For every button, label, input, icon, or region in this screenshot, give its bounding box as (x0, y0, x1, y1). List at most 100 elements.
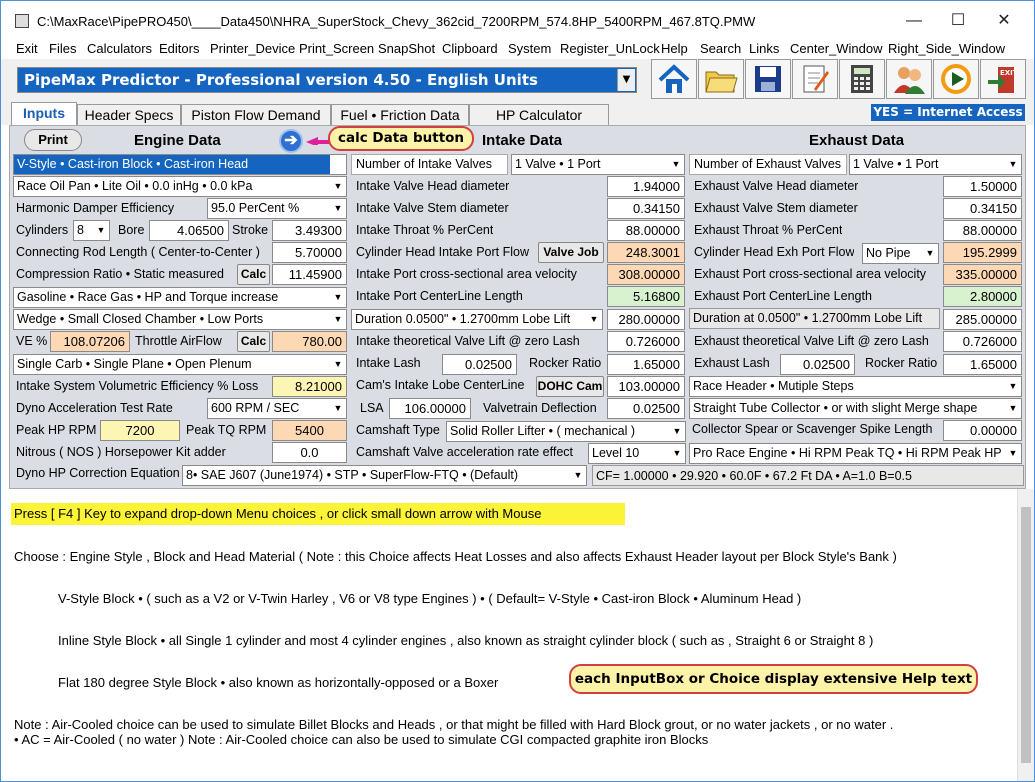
ve-input[interactable]: 108.07206 (50, 331, 130, 352)
tab-inputs[interactable]: Inputs (11, 102, 77, 125)
open-folder-icon[interactable] (698, 59, 744, 99)
chevron-down-icon[interactable]: ▼ (1005, 444, 1021, 463)
chamber-select[interactable]: Wedge • Small Closed Chamber • Low Ports… (13, 309, 347, 330)
exhaust-stem-input[interactable]: 0.34150 (943, 198, 1022, 219)
maximize-button[interactable]: ☐ (935, 7, 981, 35)
exhaust-valves-select[interactable]: 1 Valve • 1 Port ▼ (849, 154, 1022, 175)
menu-print-screen[interactable]: Print_Screen (299, 41, 374, 56)
dohc-cam-button[interactable]: DOHC Cam (536, 376, 604, 397)
play-icon[interactable] (933, 59, 979, 99)
chevron-down-icon[interactable]: ▼ (617, 69, 635, 91)
intake-duration-select[interactable]: Duration 0.0500" • 1.2700mm Lobe Lift ▼ (351, 309, 603, 330)
menu-register-unlock[interactable]: Register_UnLock (560, 41, 660, 56)
intake-velocity-input[interactable]: 308.00000 (607, 264, 685, 285)
fuel-select[interactable]: Gasoline • Race Gas • HP and Torque incr… (13, 287, 347, 308)
intake-throat-input[interactable]: 88.00000 (607, 220, 685, 241)
menu-links[interactable]: Links (749, 41, 779, 56)
exhaust-flow-input[interactable]: 195.2999 (943, 242, 1022, 263)
exhaust-pipe-select[interactable]: No Pipe ▼ (862, 243, 939, 264)
chevron-down-icon[interactable]: ▼ (330, 155, 346, 174)
chevron-down-icon[interactable]: ▼ (93, 221, 109, 240)
exhaust-velocity-input[interactable]: 335.00000 (943, 264, 1022, 285)
menu-help[interactable]: Help (661, 41, 688, 56)
intake-ve-loss-input[interactable]: 8.21000 (272, 376, 347, 397)
cam-accel-select[interactable]: Level 10 ▼ (588, 443, 686, 464)
menu-editors[interactable]: Editors (159, 41, 199, 56)
rod-length-input[interactable]: 5.70000 (272, 242, 347, 263)
intake-lash-input[interactable]: 0.02500 (442, 354, 517, 375)
chevron-down-icon[interactable]: ▼ (330, 288, 346, 307)
bore-input[interactable]: 4.06500 (149, 220, 229, 241)
peak-hp-input[interactable]: 7200 (100, 420, 180, 441)
menu-search[interactable]: Search (700, 41, 741, 56)
dyno-correction-select[interactable]: 8• SAE J607 (June1974) • STP • SuperFlow… (182, 465, 587, 486)
chevron-down-icon[interactable]: ▼ (330, 355, 346, 374)
stroke-input[interactable]: 3.49300 (272, 220, 347, 241)
tab-piston-flow-demand[interactable]: Piston Flow Demand (181, 104, 331, 125)
dyno-accel-select[interactable]: 600 RPM / SEC ▼ (207, 398, 347, 419)
collector-select[interactable]: Straight Tube Collector • or with slight… (689, 398, 1022, 419)
intake-valves-select[interactable]: 1 Valve • 1 Port ▼ (511, 154, 685, 175)
calc-data-button[interactable]: ➔ (279, 129, 303, 153)
tab-fuel-friction-data[interactable]: Fuel • Friction Data (331, 104, 469, 125)
camshaft-type-select[interactable]: Solid Roller Lifter • ( mechanical ) ▼ (446, 421, 686, 442)
compression-input[interactable]: 11.45900 (272, 264, 347, 285)
menu-snapshot[interactable]: SnapShot (378, 41, 435, 56)
chevron-down-icon[interactable]: ▼ (1005, 377, 1021, 396)
valvetrain-deflection-input[interactable]: 0.02500 (607, 398, 685, 419)
race-header-select[interactable]: Race Header • Mutiple Steps ▼ (689, 376, 1022, 397)
chevron-down-icon[interactable]: ▼ (570, 466, 586, 485)
menu-printer-device[interactable]: Printer_Device (210, 41, 295, 56)
close-button[interactable]: ✕ (981, 7, 1027, 35)
minimize-button[interactable]: — (891, 7, 937, 35)
throttle-calc-button[interactable]: Calc (237, 331, 270, 352)
nos-input[interactable]: 0.0 (272, 442, 347, 463)
intake-head-input[interactable]: 1.94000 (607, 176, 685, 197)
menu-exit[interactable]: Exit (16, 41, 38, 56)
menu-center-window[interactable]: Center_Window (790, 41, 883, 56)
print-button[interactable]: Print (24, 129, 82, 151)
exhaust-duration-input[interactable]: 285.00000 (943, 309, 1022, 330)
help-scrollbar[interactable] (1017, 489, 1034, 781)
throttle-airflow-input[interactable]: 780.00 (272, 331, 347, 352)
intake-lobe-input[interactable]: 103.00000 (607, 376, 685, 397)
chevron-down-icon[interactable]: ▼ (586, 310, 602, 329)
cylinders-select[interactable]: 8 ▼ (73, 220, 110, 241)
scrollbar-thumb[interactable] (1021, 507, 1031, 763)
menu-calculators[interactable]: Calculators (87, 41, 152, 56)
menu-system[interactable]: System (508, 41, 551, 56)
exhaust-lift-input[interactable]: 0.726000 (943, 331, 1022, 352)
exit-icon[interactable]: EXIT (980, 59, 1026, 99)
chevron-down-icon[interactable]: ▼ (330, 310, 346, 329)
chevron-down-icon[interactable]: ▼ (669, 422, 685, 441)
menu-right-side-window[interactable]: Right_Side_Window (888, 41, 1005, 56)
compression-calc-button[interactable]: Calc (237, 264, 270, 285)
exhaust-lash-input[interactable]: 0.02500 (780, 354, 855, 375)
tab-header-specs[interactable]: Header Specs (77, 104, 181, 125)
engine-style-select[interactable]: V-Style • Cast-iron Block • Cast-iron He… (13, 154, 347, 175)
menu-files[interactable]: Files (49, 41, 76, 56)
chevron-down-icon[interactable]: ▼ (922, 244, 938, 263)
tab-hp-calculator[interactable]: HP Calculator (469, 104, 609, 125)
carb-select[interactable]: Single Carb • Single Plane • Open Plenum… (13, 354, 347, 375)
chevron-down-icon[interactable]: ▼ (1005, 155, 1021, 174)
menu-clipboard[interactable]: Clipboard (442, 41, 498, 56)
exhaust-head-input[interactable]: 1.50000 (943, 176, 1022, 197)
intake-duration-input[interactable]: 280.00000 (607, 309, 685, 330)
lsa-input[interactable]: 106.00000 (389, 398, 471, 419)
chevron-down-icon[interactable]: ▼ (330, 399, 346, 418)
intake-centerline-input[interactable]: 5.16800 (607, 286, 685, 307)
oil-pan-select[interactable]: Race Oil Pan • Lite Oil • 0.0 inHg • 0.0… (13, 176, 347, 197)
exhaust-centerline-input[interactable]: 2.80000 (943, 286, 1022, 307)
chevron-down-icon[interactable]: ▼ (669, 444, 685, 463)
spear-input[interactable]: 0.00000 (943, 420, 1022, 441)
engine-type-select[interactable]: Pro Race Engine • Hi RPM Peak TQ • Hi RP… (689, 443, 1022, 464)
intake-flow-input[interactable]: 248.3001 (607, 242, 685, 263)
intake-lift-input[interactable]: 0.726000 (607, 331, 685, 352)
chevron-down-icon[interactable]: ▼ (668, 155, 684, 174)
damper-select[interactable]: 95.0 PerCent % ▼ (207, 198, 347, 219)
save-disk-icon[interactable] (745, 59, 791, 99)
notepad-icon[interactable] (792, 59, 838, 99)
intake-stem-input[interactable]: 0.34150 (607, 198, 685, 219)
chevron-down-icon[interactable]: ▼ (1005, 399, 1021, 418)
